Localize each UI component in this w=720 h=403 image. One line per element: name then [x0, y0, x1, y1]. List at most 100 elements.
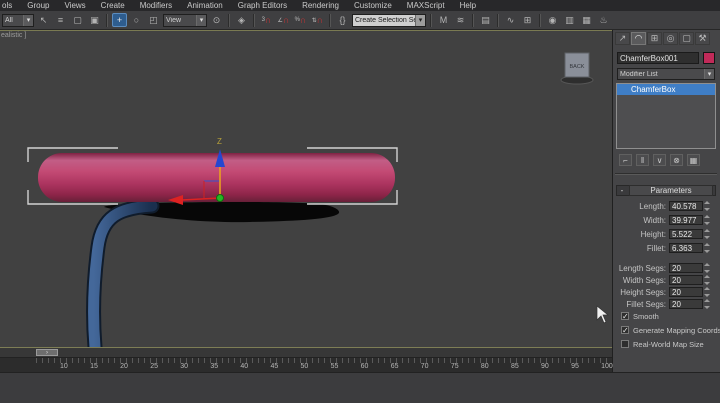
parameter-value-field[interactable]: 6.363	[669, 243, 703, 253]
schematic-view-icon[interactable]: ⊞	[520, 13, 535, 27]
parameter-label: Width:	[616, 216, 669, 225]
spinner-control[interactable]	[704, 229, 711, 239]
make-unique-icon[interactable]: ∨	[653, 154, 666, 166]
select-by-name-icon[interactable]: ≡	[53, 13, 68, 27]
render-setup-icon[interactable]: ▥	[562, 13, 577, 27]
object-name-field[interactable]: ChamferBox001	[617, 52, 699, 64]
timeline-frame-label: 70	[421, 363, 429, 370]
checkbox[interactable]: ✓	[621, 312, 629, 320]
checkbox[interactable]	[621, 340, 629, 348]
timeline-frame-label: 95	[571, 363, 579, 370]
menu-item[interactable]: Rendering	[302, 1, 339, 10]
modifier-stack-item[interactable]: ChamferBox	[617, 84, 715, 95]
timeline-frame-label: 75	[451, 363, 459, 370]
timeline-ruler[interactable]: 101520253035404550556065707580859095100	[0, 358, 612, 372]
parameters-rollout-header[interactable]: - Parameters	[616, 185, 716, 196]
menu-item[interactable]: Views	[64, 1, 85, 10]
parameter-value-field[interactable]: 20	[669, 275, 703, 285]
configure-modifier-sets-icon[interactable]: ▦	[687, 154, 700, 166]
parameter-value-field[interactable]: 20	[669, 263, 703, 273]
spinner-snap-icon[interactable]: ⇅∩	[310, 13, 325, 27]
menu-item[interactable]: Create	[101, 1, 125, 10]
menu-item[interactable]: Graph Editors	[238, 1, 287, 10]
magnet-icon: ∩	[317, 15, 324, 25]
parameter-value-field[interactable]: 39.977	[669, 215, 703, 225]
rendered-frame-window-icon[interactable]: ▦	[579, 13, 594, 27]
remove-modifier-icon[interactable]: ⊗	[670, 154, 683, 166]
select-and-scale-icon[interactable]: ◰	[146, 13, 161, 27]
menu-item[interactable]: MAXScript	[407, 1, 445, 10]
spinner-control[interactable]	[704, 287, 711, 297]
chevron-down-icon: ▾	[704, 69, 714, 79]
parameter-value-field[interactable]: 20	[669, 299, 703, 309]
create-tab-icon[interactable]: ↗	[615, 32, 630, 45]
magnet-icon: ∩	[283, 15, 290, 25]
select-and-rotate-icon[interactable]: ○	[129, 13, 144, 27]
show-end-result-icon[interactable]: ‖	[636, 154, 649, 166]
perspective-viewport[interactable]: ealistic ]	[0, 30, 612, 347]
curve-editor-icon[interactable]: ∿	[503, 13, 518, 27]
spinner-control[interactable]	[704, 275, 711, 285]
parameter-value-field[interactable]: 5.522	[669, 229, 703, 239]
hierarchy-tab-icon[interactable]: ⊞	[647, 32, 662, 45]
spinner-control[interactable]	[704, 299, 711, 309]
layer-manager-icon[interactable]: ▤	[478, 13, 493, 27]
menu-item[interactable]: Animation	[187, 1, 223, 10]
reference-coordinate-dropdown[interactable]: View ▾	[163, 14, 207, 27]
menu-item[interactable]: Help	[460, 1, 476, 10]
time-slider-handle[interactable]: ›	[36, 349, 58, 356]
menu-item[interactable]: Customize	[354, 1, 392, 10]
named-selection-set-dropdown[interactable]: Create Selection Se ▾	[352, 14, 426, 27]
angle-snap-icon[interactable]: ∠∩	[276, 13, 291, 27]
parameter-value-field[interactable]: 40.578	[669, 201, 703, 211]
parameter-value-field[interactable]: 20	[669, 287, 703, 297]
motion-tab-icon[interactable]: ◎	[663, 32, 678, 45]
checkbox-label: Generate Mapping Coords.	[633, 326, 720, 335]
rollout-collapse-icon[interactable]: -	[617, 186, 627, 195]
select-and-move-icon[interactable]: +	[112, 13, 127, 27]
pin-stack-icon[interactable]: ⌐	[619, 154, 632, 166]
select-and-manipulate-icon[interactable]: ◈	[234, 13, 249, 27]
menu-item[interactable]: Group	[27, 1, 49, 10]
checkbox[interactable]: ✓	[621, 326, 629, 334]
rollout-title: Parameters	[629, 185, 713, 196]
time-slider-track[interactable]: ›	[0, 347, 612, 358]
percent-snap-icon[interactable]: %∩	[293, 13, 308, 27]
chamferbox-object[interactable]	[38, 153, 395, 202]
timeline-frame-label: 55	[331, 363, 339, 370]
modify-tab-icon[interactable]: ◠	[631, 32, 646, 45]
align-icon[interactable]: ≋	[453, 13, 468, 27]
menu-bar: ols Group Views Create Modifiers Animation Gra…	[0, 0, 720, 11]
spinner-control[interactable]	[704, 215, 711, 225]
spinner-control[interactable]	[704, 243, 711, 253]
checkbox-row: Real-World Map Size	[621, 338, 717, 350]
edit-named-selection-sets-icon[interactable]: {}	[335, 13, 350, 27]
snap-toggle-3d-icon[interactable]: 3∩	[259, 13, 274, 27]
modifier-stack-toolbar: ⌐ ‖ ∨ ⊗ ▦	[619, 154, 700, 166]
render-production-icon[interactable]: ♨	[596, 13, 611, 27]
mirror-icon[interactable]: M	[436, 13, 451, 27]
viewport-shading-label[interactable]: ealistic ]	[1, 32, 26, 39]
parameter-label: Height:	[616, 230, 669, 239]
utilities-tab-icon[interactable]: ⚒	[695, 32, 710, 45]
rectangular-selection-icon[interactable]: ▢	[70, 13, 85, 27]
modifier-list-dropdown[interactable]: Modifier List ▾	[617, 68, 715, 80]
viewcube-face-label[interactable]: BACK	[570, 64, 585, 70]
menu-item[interactable]: ols	[2, 1, 12, 10]
selection-filter-dropdown[interactable]: All ▾	[2, 14, 34, 27]
use-pivot-center-icon[interactable]: ⊙	[209, 13, 224, 27]
chevron-down-icon: ▾	[23, 15, 33, 26]
menu-item[interactable]: Modifiers	[140, 1, 172, 10]
timeline-frame-label: 15	[90, 363, 98, 370]
spinner-control[interactable]	[704, 263, 711, 273]
object-color-swatch[interactable]	[703, 52, 715, 64]
select-object-icon[interactable]: ↖	[36, 13, 51, 27]
window-crossing-icon[interactable]: ▣	[87, 13, 102, 27]
parameter-label: Fillet Segs:	[616, 300, 669, 309]
viewcube[interactable]: BACK	[561, 53, 593, 84]
display-tab-icon[interactable]: ▢	[679, 32, 694, 45]
material-editor-icon[interactable]: ◉	[545, 13, 560, 27]
parameter-label: Height Segs:	[616, 288, 669, 297]
gizmo-center-dot[interactable]	[217, 195, 224, 202]
spinner-control[interactable]	[704, 201, 711, 211]
